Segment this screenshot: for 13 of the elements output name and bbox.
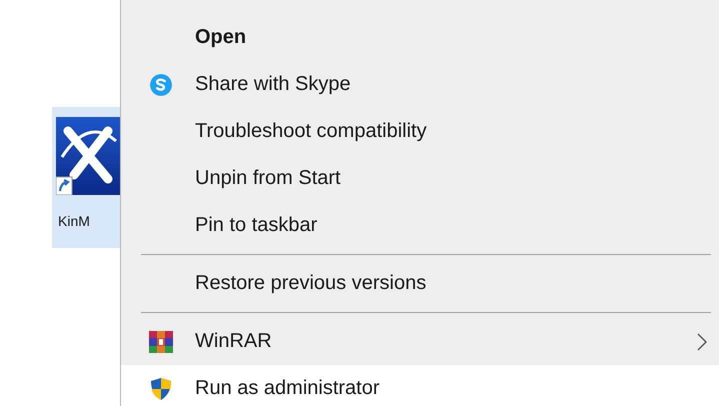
desktop-shortcut[interactable]: KinM bbox=[52, 107, 120, 248]
menu-item[interactable]: Open bbox=[121, 14, 719, 61]
menu-item[interactable]: WinRAR bbox=[121, 318, 719, 365]
s-logo-icon bbox=[149, 72, 173, 96]
shortcut-label: KinM bbox=[57, 213, 91, 229]
menu-item[interactable]: Restore previous versions bbox=[121, 260, 719, 307]
app-logo-icon bbox=[56, 117, 120, 195]
menu-item[interactable]: Troubleshoot compatibility bbox=[121, 108, 719, 155]
menu-item[interactable]: Share with Skype bbox=[121, 61, 719, 108]
menu-item[interactable]: Pin to taskbar bbox=[121, 202, 719, 249]
menu-item[interactable]: Unpin from Start bbox=[121, 155, 719, 202]
menu-item[interactable]: Run as administrator bbox=[121, 365, 719, 406]
shield-icon bbox=[149, 376, 173, 400]
